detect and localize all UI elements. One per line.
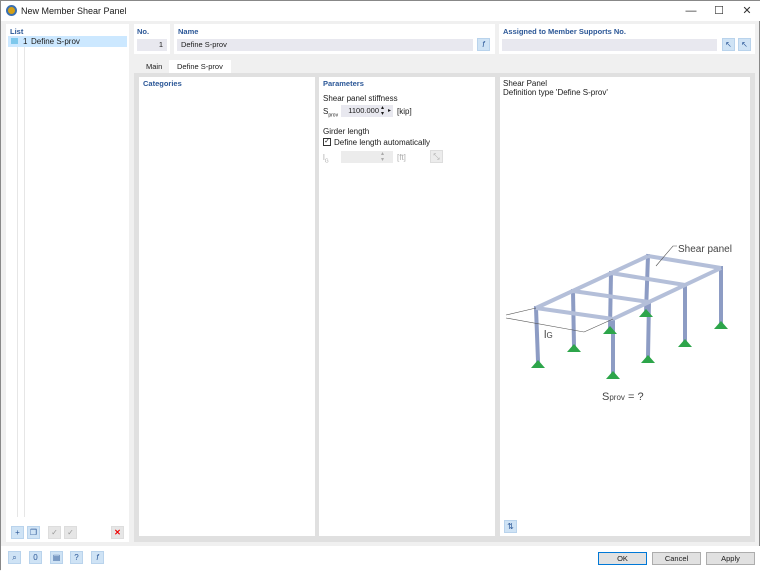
fig-sprov-label: S [602,391,609,403]
help-icon[interactable]: ? [70,551,83,564]
svg-text:lG: lG [544,329,553,341]
svg-text:Sprov = ?: Sprov = ? [602,391,644,403]
ok-button[interactable]: OK [598,552,647,565]
search-icon[interactable]: ⌕ [8,551,21,564]
frame-columns [536,256,721,373]
colors-icon[interactable]: ▤ [50,551,63,564]
fig-sprov-eq: = ? [625,391,644,403]
frame-beams [536,256,721,319]
fig-lg-sub: G [546,331,552,340]
shear-panel-label: Shear panel [678,244,732,255]
fig-sprov-sub: prov [609,393,625,402]
supports [531,309,728,379]
formula-icon[interactable]: f [91,551,104,564]
units-icon[interactable]: 0 [29,551,42,564]
cancel-button[interactable]: Cancel [652,552,701,565]
apply-button[interactable]: Apply [706,552,755,565]
shear-panel-diagram: lG Shear panel Sprov = ? [1,1,760,571]
dimension-line [506,246,677,332]
